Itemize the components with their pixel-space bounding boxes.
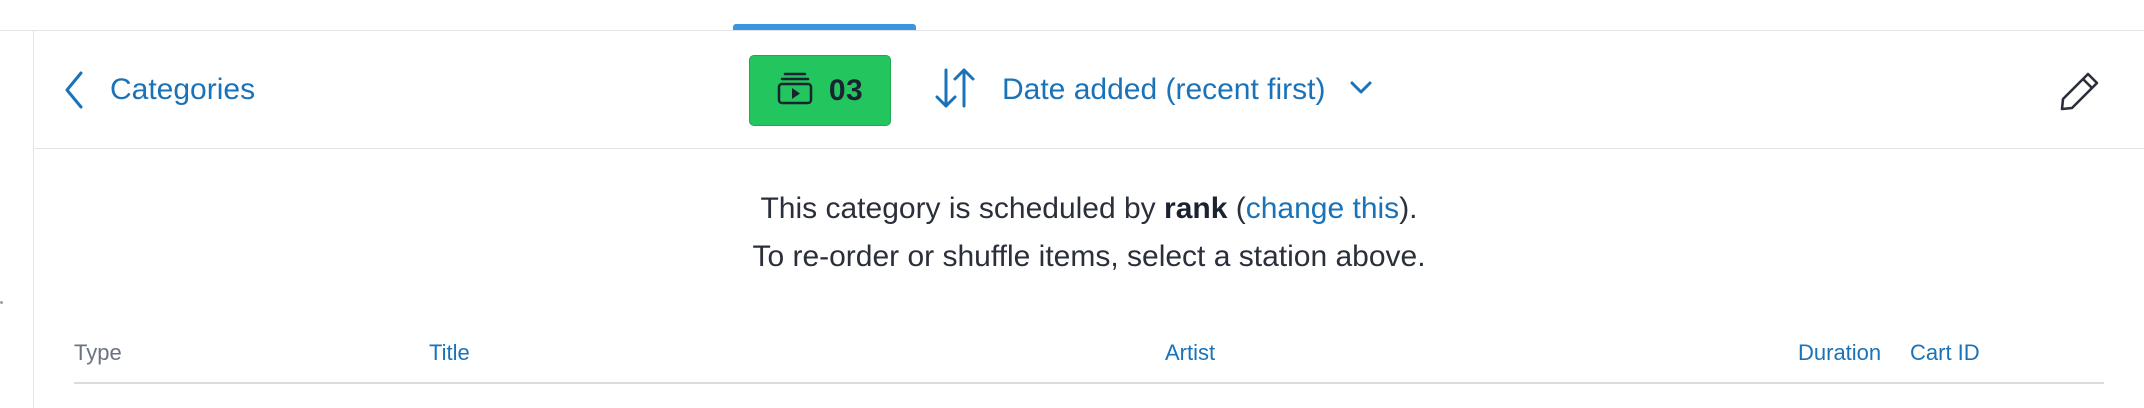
active-tab-indicator [733, 24, 916, 30]
notice-prefix-text: This category is scheduled by [760, 192, 1165, 225]
back-to-categories-link[interactable]: Categories [64, 65, 255, 115]
back-link-label: Categories [110, 73, 256, 106]
change-schedule-link[interactable]: change this [1246, 192, 1399, 225]
sort-order-dropdown[interactable]: Date added (recent first) [934, 59, 1373, 121]
station-number: 03 [828, 73, 864, 107]
column-header-artist[interactable]: Artist [1165, 340, 1215, 366]
column-header-duration[interactable]: Duration [1798, 340, 1881, 366]
items-table-header: Type Title Artist Duration Cart ID [74, 332, 2104, 384]
top-tab-bar [0, 0, 2144, 31]
rail-marker [0, 301, 3, 304]
column-header-cart-id[interactable]: Cart ID [1910, 340, 1980, 366]
playlist-play-icon [777, 71, 813, 110]
station-selector-button[interactable]: 03 [749, 55, 891, 126]
schedule-method: rank [1164, 192, 1228, 225]
notice-suffix-text: ). [1399, 192, 1418, 225]
sort-order-label: Date added (recent first) [1002, 73, 1326, 106]
notice-open-paren: ( [1227, 192, 1246, 225]
scheduling-notice: This category is scheduled by rank (chan… [34, 185, 2144, 281]
edit-category-button[interactable] [2052, 65, 2108, 121]
sort-arrows-icon [934, 66, 976, 115]
chevron-left-icon [64, 71, 84, 109]
chevron-down-icon [1349, 80, 1373, 101]
pencil-icon [2058, 69, 2102, 118]
column-header-title[interactable]: Title [429, 340, 470, 366]
scheduling-notice-line-2: To re-order or shuffle items, select a s… [752, 240, 1426, 273]
left-sidebar-rail [0, 31, 34, 408]
scheduling-notice-line-1: This category is scheduled by rank (chan… [34, 185, 2144, 233]
column-header-type: Type [74, 340, 122, 365]
category-toolbar: Categories 03 Date added (recent first) [34, 31, 2144, 149]
